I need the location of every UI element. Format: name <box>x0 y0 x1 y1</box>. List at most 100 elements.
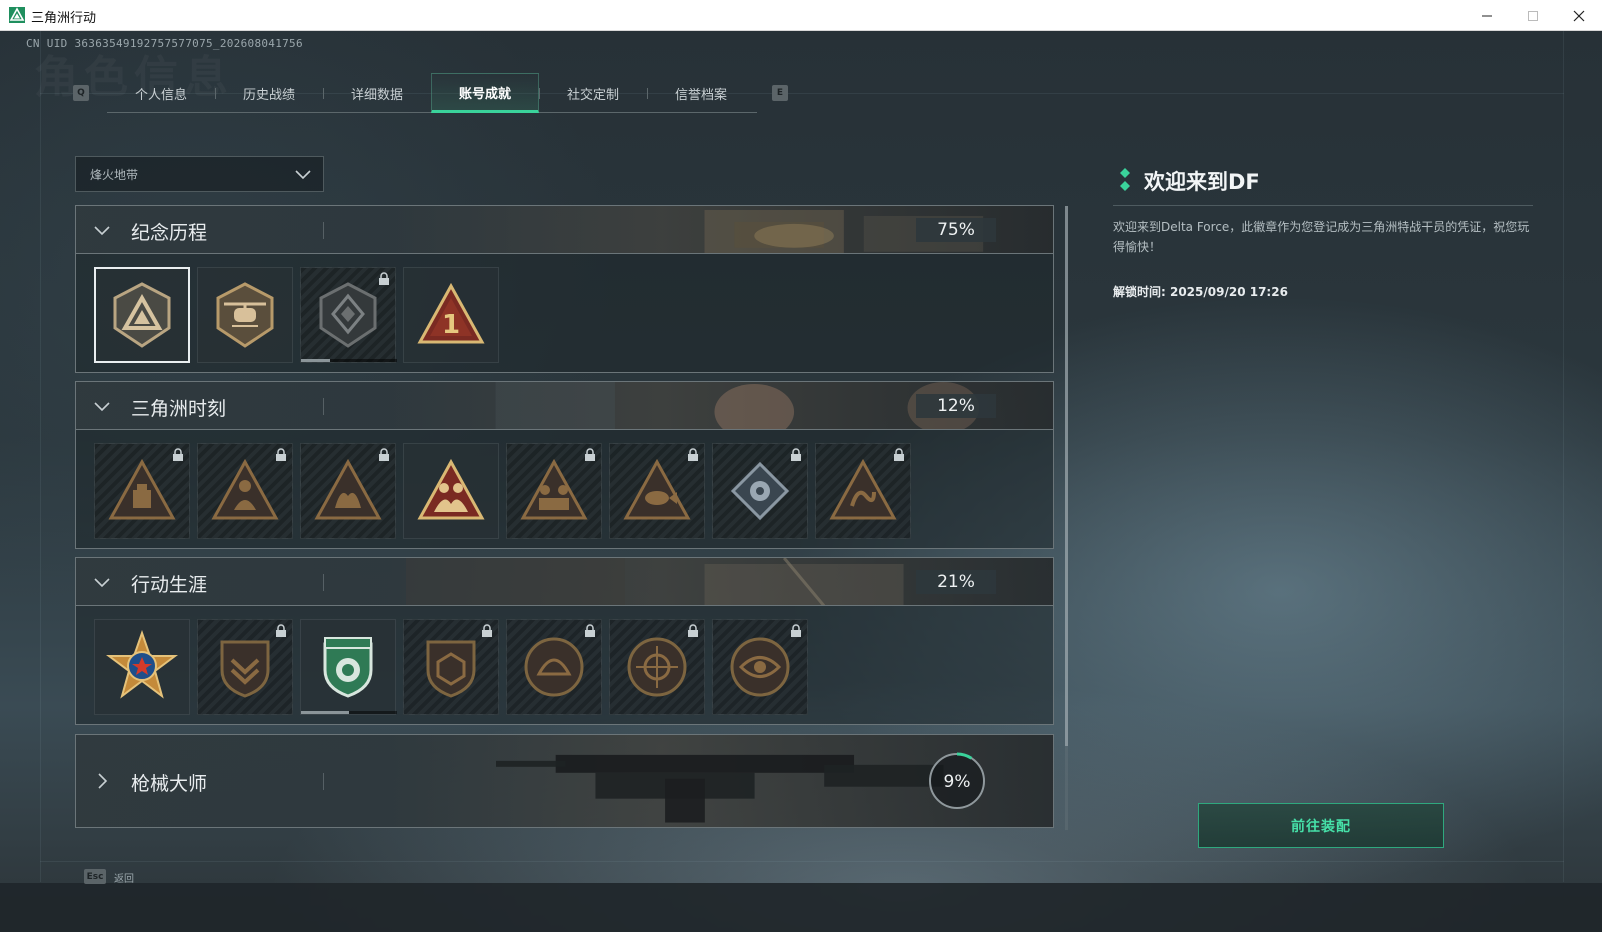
category-title: 纪念历程 <box>131 222 208 244</box>
collapse-chevron-icon <box>94 226 110 236</box>
tab-reputation-record[interactable]: 信誉档案 <box>647 73 755 113</box>
green-shield-badge-icon <box>323 637 373 698</box>
window-title: 三角洲行动 <box>31 11 97 26</box>
tab-match-history[interactable]: 历史战绩 <box>215 73 323 113</box>
prev-tab-key[interactable]: Q <box>73 85 89 101</box>
game-scene: 角色信息 CN UID 363635491927575770​75_202608… <box>0 31 1602 932</box>
category-commemorative: 纪念历程 75% 1 <box>75 205 1054 373</box>
collapse-chevron-icon <box>94 402 110 412</box>
divider <box>323 398 324 415</box>
badge-item[interactable] <box>609 443 705 539</box>
tab-detailed-data[interactable]: 详细数据 <box>323 73 431 113</box>
tab-account-achievements[interactable]: 账号成就 <box>431 73 539 113</box>
go-equip-button[interactable]: 前往装配 <box>1198 803 1444 848</box>
helicopter-badge-icon <box>216 282 274 348</box>
diamond-marker-icon <box>1120 168 1130 191</box>
badge-grid <box>76 430 1053 548</box>
diamond-emblem-badge-icon <box>319 282 377 348</box>
maximize-button[interactable] <box>1510 0 1556 31</box>
badge-item[interactable] <box>94 267 190 363</box>
tab-social-customization[interactable]: 社交定制 <box>539 73 647 113</box>
lock-icon <box>585 624 595 637</box>
category-weapon-master[interactable]: 枪械大师 9% <box>75 734 1054 828</box>
category-operation-career: 行动生涯 21% <box>75 557 1054 725</box>
lock-icon <box>276 624 286 637</box>
lock-icon <box>688 448 698 461</box>
svg-text:1: 1 <box>442 310 460 340</box>
lock-icon <box>173 448 183 461</box>
squad-badge-icon <box>417 458 485 520</box>
collapse-chevron-icon <box>94 578 110 588</box>
badge-item[interactable] <box>300 443 396 539</box>
next-tab-key[interactable]: E <box>772 85 788 101</box>
lock-icon <box>482 624 492 637</box>
badge-item[interactable] <box>712 443 808 539</box>
team-badge-icon <box>520 458 588 520</box>
maximize-icon <box>1528 10 1538 21</box>
mode-select[interactable]: 烽火地带 <box>75 156 324 192</box>
lock-icon <box>276 448 286 461</box>
divider <box>323 773 324 790</box>
bottom-bar <box>0 883 1602 932</box>
badge-progress-fill <box>301 711 349 714</box>
chevron-down-icon <box>295 170 311 180</box>
badge-item[interactable] <box>609 619 705 715</box>
lock-icon <box>379 272 389 285</box>
category-delta-moments: 三角洲时刻 12% <box>75 381 1054 549</box>
back-label[interactable]: 返回 <box>114 870 134 885</box>
badge-item[interactable] <box>815 443 911 539</box>
crosshair-badge-icon <box>627 637 687 697</box>
chevron-shield-badge-icon <box>220 640 270 698</box>
expand-chevron-icon <box>98 773 108 789</box>
close-button[interactable] <box>1556 0 1602 31</box>
badge-item[interactable] <box>94 619 190 715</box>
category-progress: 75% <box>916 218 996 242</box>
supply-crate-badge-icon <box>108 458 176 520</box>
badge-item[interactable]: 1 <box>403 267 499 363</box>
badge-item[interactable] <box>300 619 397 715</box>
lock-icon <box>379 448 389 461</box>
category-title: 三角洲时刻 <box>131 398 227 420</box>
badge-item[interactable] <box>197 619 293 715</box>
badge-item[interactable] <box>403 443 499 539</box>
lock-icon <box>688 624 698 637</box>
category-progress: 21% <box>916 570 996 594</box>
badge-item[interactable] <box>506 443 602 539</box>
badge-item[interactable] <box>403 619 499 715</box>
category-header[interactable]: 行动生涯 21% <box>76 558 1053 606</box>
lock-icon <box>791 624 801 637</box>
minimize-button[interactable] <box>1464 0 1510 31</box>
tab-bar: 个人信息 历史战绩 详细数据 账号成就 社交定制 信誉档案 <box>107 73 757 113</box>
dice-shield-badge-icon <box>426 640 476 698</box>
star-medal-badge-icon <box>106 630 178 699</box>
category-header[interactable]: 三角洲时刻 12% <box>76 382 1053 430</box>
flower-badge-icon <box>730 461 790 521</box>
category-header[interactable]: 枪械大师 9% <box>76 735 1053 827</box>
badge-grid <box>76 606 1053 724</box>
badge-item[interactable] <box>197 267 293 363</box>
category-progress: 9% <box>944 772 971 792</box>
eye-badge-icon <box>730 637 790 697</box>
tab-personal-info[interactable]: 个人信息 <box>107 73 215 113</box>
minimize-icon <box>1482 15 1492 16</box>
close-icon <box>1573 10 1585 21</box>
badge-item[interactable] <box>197 443 293 539</box>
badge-item[interactable] <box>94 443 190 539</box>
scrollbar-thumb[interactable] <box>1065 206 1068 746</box>
badge-progress-bar <box>301 359 397 362</box>
lock-icon <box>585 448 595 461</box>
badge-item[interactable] <box>300 267 397 363</box>
hands-badge-icon <box>314 458 382 520</box>
badge-item[interactable] <box>712 619 808 715</box>
soldier-badge-icon <box>211 458 279 520</box>
serpent-badge-icon <box>829 458 897 520</box>
progress-ring: 9% <box>928 752 986 810</box>
grid-line <box>40 31 41 882</box>
lock-icon <box>791 448 801 461</box>
esc-key[interactable]: Esc <box>84 869 106 884</box>
lock-icon <box>894 448 904 461</box>
badge-grid: 1 <box>76 254 1053 372</box>
window-titlebar: 三角洲行动 <box>0 0 1602 31</box>
category-header[interactable]: 纪念历程 75% <box>76 206 1053 254</box>
badge-item[interactable] <box>506 619 602 715</box>
